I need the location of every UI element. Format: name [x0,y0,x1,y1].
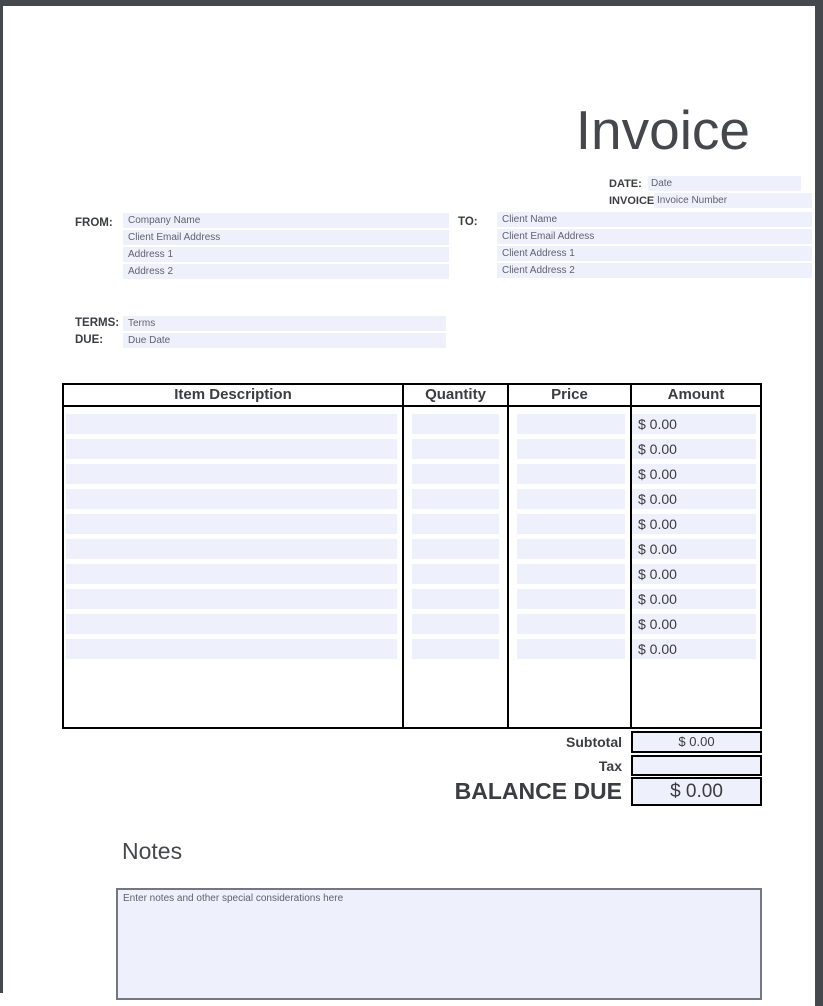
terms-labels: TERMS: DUE: [75,316,123,350]
tax-input[interactable] [631,755,762,776]
items-table-header: Item Description Quantity Price Amount [64,385,760,407]
item-amount-value: $ 0.00 [632,414,756,434]
tax-row: Tax [62,755,762,776]
item-amount-value: $ 0.00 [632,514,756,534]
item-amount-value: $ 0.00 [632,539,756,559]
page-edge-left [0,6,3,993]
header-quantity: Quantity [402,385,507,405]
from-section: FROM: [75,213,449,281]
date-input[interactable] [648,176,801,191]
to-client-address-1-input[interactable] [497,246,812,261]
item-description-input[interactable] [66,514,397,534]
item-price-input[interactable] [517,514,625,534]
item-description-input[interactable] [66,614,397,634]
item-price-input[interactable] [517,439,625,459]
item-amount-value: $ 0.00 [632,489,756,509]
balance-due-value: $ 0.00 [631,777,762,806]
balance-due-label: BALANCE DUE [455,778,622,805]
notes-heading: Notes [122,838,182,865]
terms-label: TERMS: [75,316,123,331]
item-quantity-input[interactable] [412,414,499,434]
item-price-input[interactable] [517,639,625,659]
item-quantity-input[interactable] [412,514,499,534]
item-price-input[interactable] [517,464,625,484]
item-description-input[interactable] [66,564,397,584]
item-description-input[interactable] [66,489,397,509]
notes-textarea[interactable] [116,888,762,1000]
item-amount-value: $ 0.00 [632,614,756,634]
item-description-input[interactable] [66,414,397,434]
header-item-description: Item Description [64,385,402,405]
page-edge-top [0,0,823,6]
to-fields [497,212,812,280]
item-amount-value: $ 0.00 [632,564,756,584]
quantity-column [402,407,507,727]
tax-label: Tax [599,758,622,774]
item-price-input[interactable] [517,414,625,434]
item-quantity-input[interactable] [412,539,499,559]
balance-due-row: BALANCE DUE $ 0.00 [62,777,762,806]
item-amount-value: $ 0.00 [632,589,756,609]
to-client-address-2-input[interactable] [497,263,812,278]
item-price-input[interactable] [517,589,625,609]
to-client-name-input[interactable] [497,212,812,227]
page-edge-right [815,6,823,1006]
from-address-2-input[interactable] [123,264,449,279]
item-quantity-input[interactable] [412,439,499,459]
date-row: DATE: [609,176,812,191]
item-quantity-input[interactable] [412,639,499,659]
description-column [64,407,402,727]
page-title: Invoice [576,100,750,161]
item-price-input[interactable] [517,489,625,509]
invoice-meta: DATE: INVOICE [609,176,812,210]
subtotal-row: Subtotal $ 0.00 [62,731,762,753]
header-price: Price [507,385,630,405]
items-table-body: $ 0.00 $ 0.00 $ 0.00 $ 0.00 $ 0.00 $ 0.0… [64,407,760,727]
due-label: DUE: [75,333,123,348]
terms-section: TERMS: DUE: [75,316,446,350]
from-fields [123,213,449,281]
due-date-input[interactable] [123,333,446,348]
item-quantity-input[interactable] [412,564,499,584]
item-price-input[interactable] [517,564,625,584]
item-description-input[interactable] [66,539,397,559]
from-address-1-input[interactable] [123,247,449,262]
date-label: DATE: [609,178,648,190]
invoice-number-label: INVOICE [609,195,654,207]
from-email-input[interactable] [123,230,449,245]
from-company-name-input[interactable] [123,213,449,228]
price-column [507,407,630,727]
item-description-input[interactable] [66,589,397,609]
invoice-page: Invoice DATE: INVOICE FROM: TO: TE [0,0,823,1006]
totals-section: Subtotal $ 0.00 Tax BALANCE DUE $ 0.00 [62,731,762,806]
terms-fields [123,316,446,350]
item-amount-value: $ 0.00 [632,439,756,459]
item-quantity-input[interactable] [412,614,499,634]
items-table: Item Description Quantity Price Amount [62,383,762,729]
invoice-number-input[interactable] [654,193,812,208]
item-description-input[interactable] [66,639,397,659]
to-section: TO: [458,212,812,280]
terms-input[interactable] [123,316,446,331]
item-description-input[interactable] [66,439,397,459]
subtotal-value: $ 0.00 [631,731,762,753]
item-quantity-input[interactable] [412,464,499,484]
item-quantity-input[interactable] [412,489,499,509]
subtotal-label: Subtotal [566,734,622,750]
item-amount-value: $ 0.00 [632,639,756,659]
item-price-input[interactable] [517,614,625,634]
item-description-input[interactable] [66,464,397,484]
item-amount-value: $ 0.00 [632,464,756,484]
item-price-input[interactable] [517,539,625,559]
from-label: FROM: [75,213,123,281]
to-label: TO: [458,212,497,280]
invoice-number-row: INVOICE [609,193,812,208]
amount-column: $ 0.00 $ 0.00 $ 0.00 $ 0.00 $ 0.00 $ 0.0… [630,407,760,727]
item-quantity-input[interactable] [412,589,499,609]
to-client-email-input[interactable] [497,229,812,244]
header-amount: Amount [630,385,760,405]
